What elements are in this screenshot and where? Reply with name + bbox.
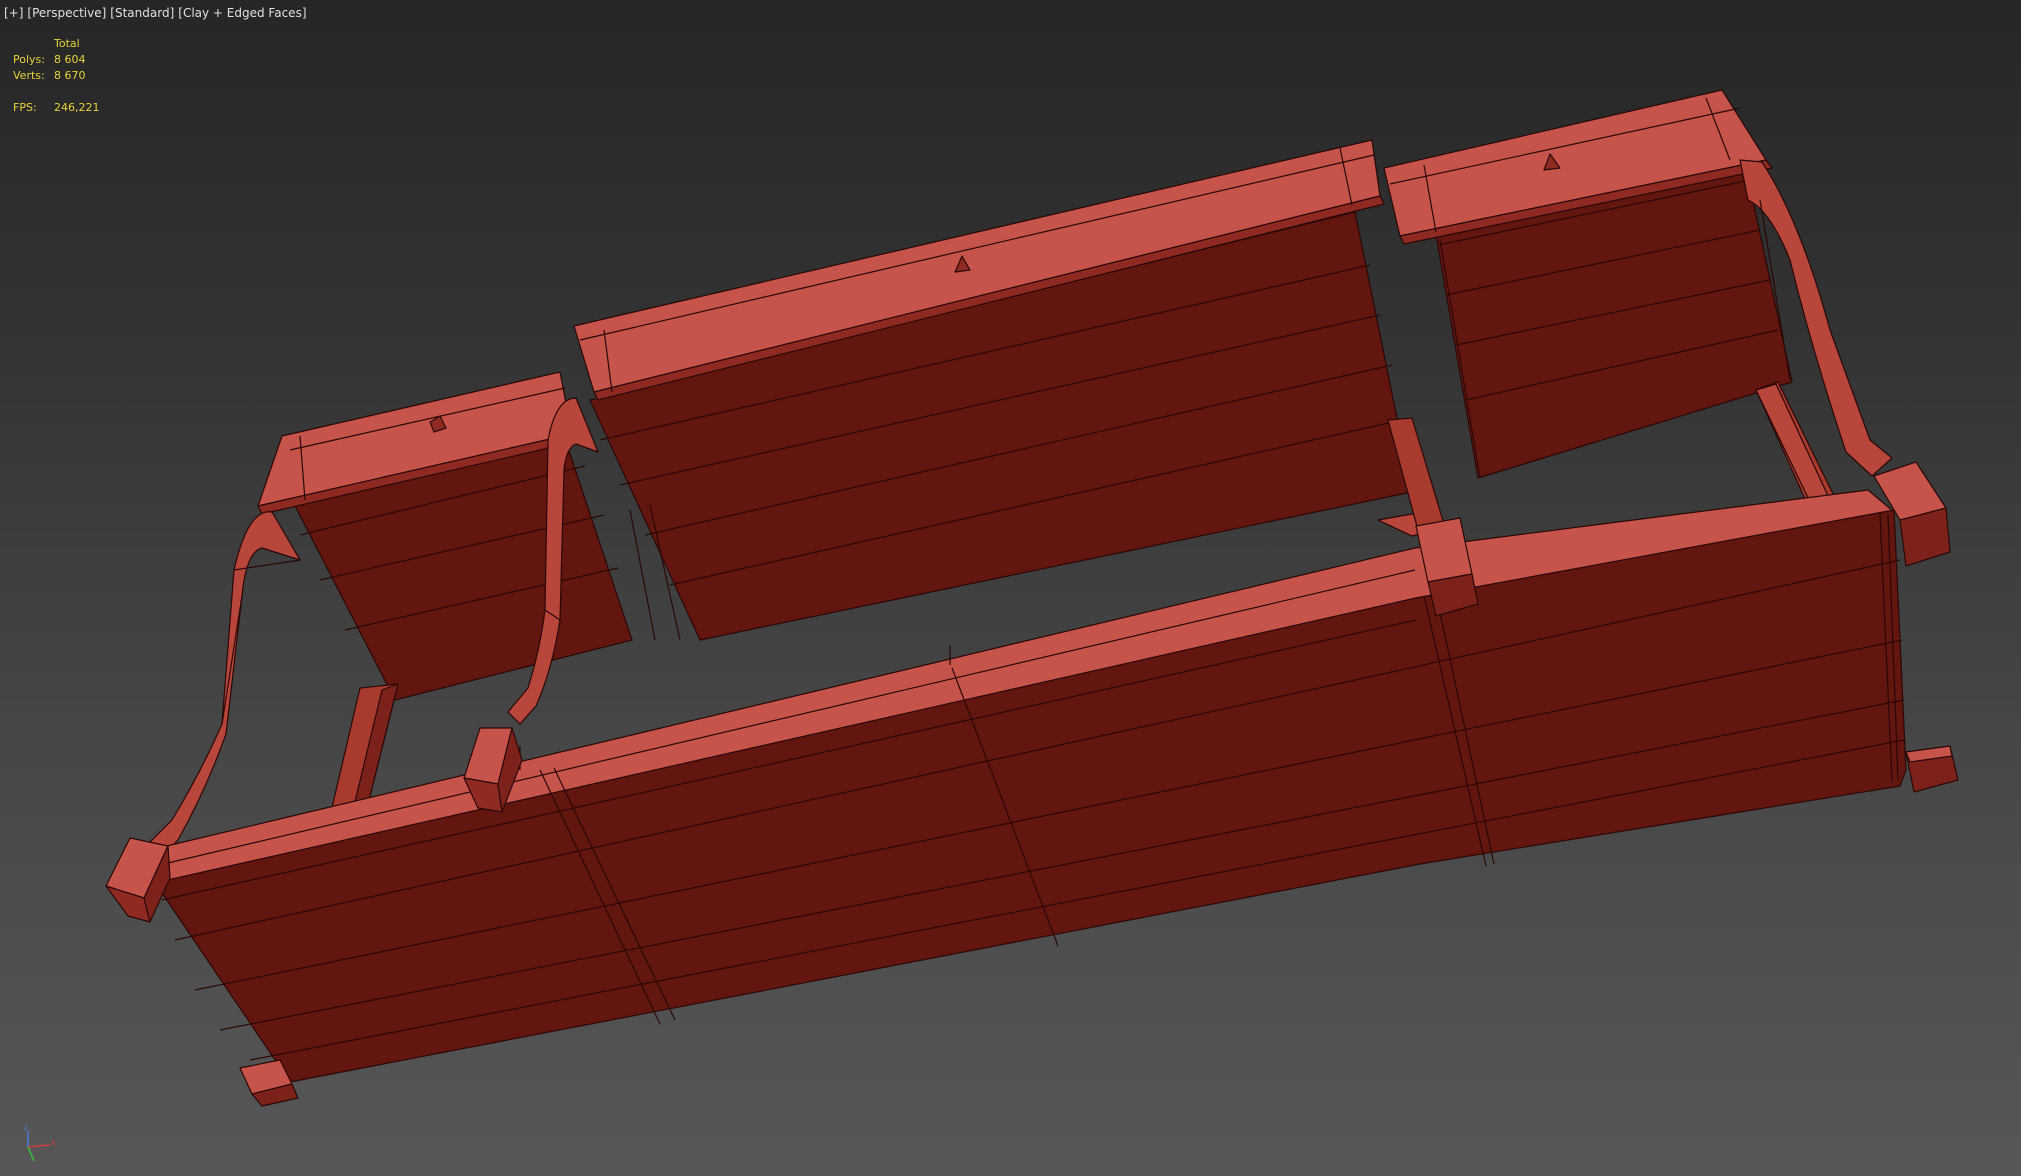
- z-axis-letter: z: [24, 1125, 28, 1132]
- y-axis: [27, 1146, 35, 1162]
- polys-value: 8 604: [54, 53, 86, 66]
- viewport-menu-plus[interactable]: [+]: [4, 5, 23, 21]
- arm-left[interactable]: [147, 511, 301, 859]
- foot-front-right[interactable]: [1905, 745, 1959, 793]
- viewport-label[interactable]: [+] [Perspective] [Standard] [Clay + Edged …: [4, 5, 307, 21]
- fps-label: FPS:: [13, 101, 37, 114]
- axis-gizmo: z x: [24, 1125, 56, 1162]
- x-axis-letter: x: [51, 1138, 56, 1147]
- fps-value: 246,221: [54, 101, 100, 114]
- strut-right[interactable]: [1755, 381, 1837, 511]
- sofa-model[interactable]: [0, 0, 2021, 1176]
- verts-label: Verts:: [13, 69, 45, 82]
- viewport-display-mode-label[interactable]: [Clay + Edged Faces]: [178, 5, 306, 21]
- x-axis: [27, 1144, 51, 1148]
- viewport-point-of-view-label[interactable]: [Perspective]: [27, 5, 106, 21]
- verts-value: 8 670: [54, 69, 86, 82]
- stats-header: Total: [54, 37, 80, 50]
- perspective-viewport[interactable]: [+] [Perspective] [Standard] [Clay + Edged …: [0, 0, 2021, 1176]
- viewport-shading-standard-label[interactable]: [Standard]: [110, 5, 174, 21]
- corner-block-front-left[interactable]: [105, 837, 171, 923]
- scene-statistics: Total Polys: 8 604 Verts: 8 670 FPS: 246,22…: [13, 36, 114, 116]
- polys-label: Polys:: [13, 53, 45, 66]
